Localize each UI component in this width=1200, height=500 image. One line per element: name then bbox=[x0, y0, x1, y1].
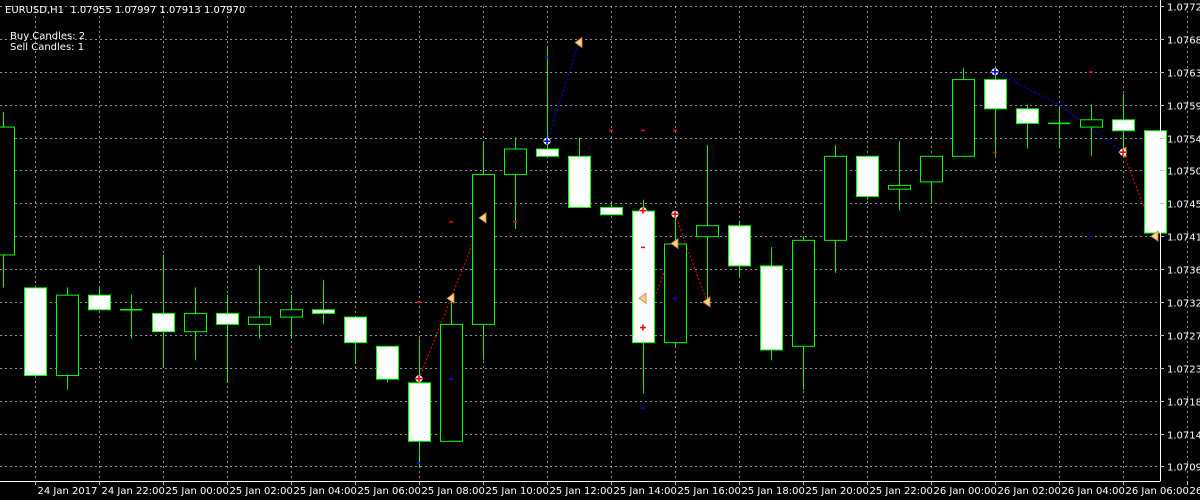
signal-lines bbox=[418, 42, 1156, 379]
target-level-dot bbox=[641, 407, 645, 409]
time-tick-label: 24 Jan 2017 bbox=[38, 486, 98, 497]
time-tick-label: 26 Jan 06:00 bbox=[1126, 486, 1189, 497]
price-tick-label: 1.07140 bbox=[1167, 431, 1200, 442]
candle-body bbox=[248, 316, 271, 325]
candle-body bbox=[376, 345, 399, 380]
candle-body bbox=[0, 126, 15, 256]
price-tick-label: 1.07095 bbox=[1167, 463, 1200, 474]
price-tick-label: 1.07365 bbox=[1167, 266, 1200, 277]
candle-body bbox=[536, 148, 559, 157]
time-tick-label: 25 Jan 08:00 bbox=[422, 486, 485, 497]
time-tick-label: 25 Jan 00:00 bbox=[166, 486, 229, 497]
buy-trade-line bbox=[546, 42, 580, 142]
target-level-dot bbox=[449, 378, 453, 380]
price-tick-label: 1.07635 bbox=[1167, 69, 1200, 80]
price-tick-label: 1.07680 bbox=[1167, 36, 1200, 47]
candle-body bbox=[472, 174, 495, 325]
candle-body bbox=[504, 148, 527, 176]
price-axis: 1.07725 1.07680 1.07635 1.07590 1.07545 1.075… bbox=[1160, 3, 1200, 474]
candle-body bbox=[760, 265, 783, 351]
candle-body bbox=[280, 309, 303, 318]
candle-body bbox=[88, 294, 111, 311]
time-tick-label: 26 Jan 02:00 bbox=[998, 486, 1061, 497]
time-tick-label: 25 Jan 02:00 bbox=[230, 486, 293, 497]
candle-body bbox=[792, 239, 815, 347]
time-axis: 24 Jan 2017 24 Jan 22:00 25 Jan 00:00 25 Ja… bbox=[35, 481, 1200, 497]
candle-body bbox=[216, 312, 239, 325]
grid-lines bbox=[0, 6, 1188, 481]
time-tick-label: 24 Jan 22:00 bbox=[102, 486, 165, 497]
candle-body bbox=[344, 316, 367, 344]
price-tick-label: 1.07500 bbox=[1167, 167, 1200, 178]
candle-body bbox=[696, 225, 719, 238]
price-chart[interactable]: 1.07725 1.07680 1.07635 1.07590 1.07545 1.075… bbox=[0, 0, 1200, 500]
price-tick-label: 1.07275 bbox=[1167, 332, 1200, 343]
candle-body bbox=[312, 309, 335, 314]
price-tick-label: 1.07725 bbox=[1167, 3, 1200, 14]
stop-level-dot bbox=[993, 151, 997, 154]
candle-body bbox=[824, 155, 847, 241]
candle-body bbox=[24, 287, 47, 377]
time-tick-label: 25 Jan 04:00 bbox=[294, 486, 357, 497]
time-tick-label: 25 Jan 16:00 bbox=[678, 486, 741, 497]
price-tick-label: 1.07230 bbox=[1167, 365, 1200, 376]
sell-candles-count: Sell Candles: 1 bbox=[10, 42, 85, 53]
time-tick-label: 25 Jan 06:00 bbox=[358, 486, 421, 497]
stop-level-dot bbox=[449, 221, 453, 223]
target-level-dot bbox=[545, 56, 549, 59]
stop-level-dot bbox=[641, 129, 645, 132]
stop-level-dot bbox=[641, 246, 645, 249]
target-level-dot bbox=[1089, 235, 1093, 238]
candle-body bbox=[440, 323, 463, 442]
candle-body bbox=[1144, 130, 1167, 234]
stop-level-dot bbox=[1089, 71, 1093, 73]
candles bbox=[0, 46, 1167, 467]
candle-body bbox=[600, 206, 623, 216]
time-tick-label: 25 Jan 20:00 bbox=[806, 486, 869, 497]
candle-body bbox=[888, 185, 911, 190]
chart-window: 1.07725 1.07680 1.07635 1.07590 1.07545 1.075… bbox=[0, 0, 1200, 500]
time-tick-label: 25 Jan 10:00 bbox=[486, 486, 549, 497]
buy-candles-count: Buy Candles: 2 bbox=[10, 31, 86, 42]
exit-marker bbox=[702, 296, 711, 308]
candle-body bbox=[984, 79, 1007, 110]
time-tick-label: 26 Jan 04:00 bbox=[1062, 486, 1125, 497]
exit-marker bbox=[446, 292, 455, 305]
target-level-dot bbox=[673, 297, 677, 300]
time-tick-label: 25 Jan 18:00 bbox=[742, 486, 805, 497]
price-tick-label: 1.07320 bbox=[1167, 299, 1200, 310]
candle-body bbox=[920, 155, 943, 183]
price-tick-label: 1.07185 bbox=[1167, 398, 1200, 409]
candle-body bbox=[152, 312, 175, 333]
candle-body bbox=[856, 155, 879, 197]
candle-body bbox=[1112, 119, 1135, 132]
price-tick-label: 1.07590 bbox=[1167, 102, 1200, 113]
time-tick-label: 25 Jan 12:00 bbox=[550, 486, 613, 497]
time-tick-label: 26 Jan 00:00 bbox=[934, 486, 997, 497]
price-tick-label: 1.07545 bbox=[1167, 135, 1200, 146]
candle-body bbox=[632, 210, 655, 344]
time-tick-label: 25 Jan 22:00 bbox=[870, 486, 933, 497]
stop-level-dot bbox=[609, 129, 613, 132]
candle-body bbox=[664, 243, 687, 344]
stop-level-dot bbox=[673, 129, 677, 132]
price-tick-label: 1.07455 bbox=[1167, 200, 1200, 211]
stop-level-dot bbox=[513, 221, 517, 223]
candle-body bbox=[952, 79, 975, 157]
candle-body bbox=[728, 225, 751, 267]
price-tick-label: 1.07410 bbox=[1167, 233, 1200, 244]
candle-body bbox=[1080, 119, 1103, 128]
candle-body bbox=[408, 382, 431, 442]
symbol-info: EURUSD,H1 1.07955 1.07997 1.07913 1.0797… bbox=[5, 5, 246, 16]
time-tick-label: 26 Jan 08:00 bbox=[1190, 486, 1200, 497]
signal-markers bbox=[415, 36, 1159, 464]
candle-body bbox=[1016, 108, 1039, 124]
candle-body bbox=[184, 312, 207, 333]
candle-body bbox=[568, 155, 591, 208]
time-tick-label: 25 Jan 14:00 bbox=[614, 486, 677, 497]
candle-body bbox=[56, 294, 79, 377]
stop-level-dot bbox=[417, 301, 421, 303]
target-level-dot bbox=[417, 462, 421, 464]
